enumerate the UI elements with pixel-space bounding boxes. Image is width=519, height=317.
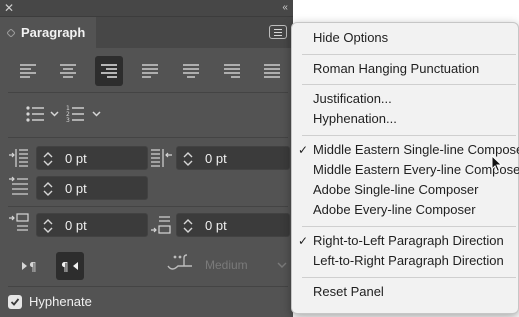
panel-flyout-menu: Hide Options Roman Hanging Punctuation J… [291,22,519,314]
menu-item-label: Middle Eastern Every-line Composer [313,162,519,177]
space-after-value: 0 pt [205,218,227,233]
menu-item-hyphenation[interactable]: Hyphenation... [292,109,519,129]
first-line-indent-icon [9,176,28,195]
stepper-icon[interactable] [183,218,193,234]
kashida-icon [167,254,192,270]
left-indent-field[interactable]: 0 pt [36,146,148,170]
menu-separator [302,135,516,136]
checkmark-icon: ✓ [298,143,309,157]
hyphenate-label: Hyphenate [29,294,92,309]
divider [8,137,288,138]
menu-item-rtl-paragraph-direction[interactable]: ✓ Right-to-Left Paragraph Direction [292,231,519,251]
collapse-icon[interactable]: ‹‹ [282,1,288,15]
justify-all-button[interactable] [258,56,286,86]
rtl-pilcrow-icon: ¶ [61,260,78,272]
checkmark-icon: ✓ [298,234,309,248]
space-after-icon [151,216,171,234]
justify-last-center-button[interactable] [177,56,205,86]
divider [8,206,288,207]
align-right-button[interactable] [95,56,123,86]
right-indent-field[interactable]: 0 pt [176,146,290,170]
tab-paragraph[interactable]: Paragraph [0,17,96,48]
first-line-indent-field[interactable]: 0 pt [36,176,148,200]
right-indent-icon [151,149,172,167]
stepper-icon[interactable] [43,181,53,197]
tab-grip-icon [7,28,15,37]
space-after-field[interactable]: 0 pt [176,213,290,237]
stepper-icon[interactable] [183,151,193,167]
menu-item-roman-hanging-punctuation[interactable]: Roman Hanging Punctuation [292,59,519,79]
stepper-icon[interactable] [43,218,53,234]
divider [8,286,288,287]
svg-text:¶: ¶ [61,260,69,272]
align-center-icon [60,64,76,78]
checkmark-icon [10,297,20,306]
hyphenate-checkbox-row[interactable]: Hyphenate [8,294,92,309]
justify-last-left-button[interactable] [136,56,164,86]
left-indent-value: 0 pt [65,151,87,166]
first-line-indent-value: 0 pt [65,181,87,196]
menu-item-label: Roman Hanging Punctuation [313,61,480,76]
numbered-list-icon[interactable]: 123 [66,105,84,123]
menu-item-label: Hyphenation... [313,111,397,126]
align-center-button[interactable] [54,56,82,86]
menu-item-label: Left-to-Right Paragraph Direction [313,253,504,268]
menu-item-hide-options[interactable]: Hide Options [292,28,519,48]
ltr-pilcrow-icon: ¶ [22,260,37,272]
svg-text:¶: ¶ [29,260,37,272]
chevron-down-icon[interactable] [50,111,59,117]
menu-item-ltr-paragraph-direction[interactable]: Left-to-Right Paragraph Direction [292,251,519,271]
space-before-icon [9,213,29,231]
close-icon[interactable]: ✕ [4,1,14,15]
menu-separator [302,84,516,85]
chevron-down-icon [277,262,287,268]
menu-item-label: Adobe Every-line Composer [313,202,476,217]
menu-item-label: Hide Options [313,30,389,45]
ltr-direction-button[interactable]: ¶ [16,252,44,280]
justify-all-icon [264,64,280,78]
panel-tab-row: Paragraph [0,17,293,48]
menu-separator [302,226,516,227]
bullet-list-icon[interactable] [26,106,44,122]
menu-item-adobe-every-line-composer[interactable]: Adobe Every-line Composer [292,200,519,220]
tab-label: Paragraph [21,25,86,40]
right-indent-value: 0 pt [205,151,227,166]
menu-separator [302,54,516,55]
kashida-select[interactable]: Medium [205,253,287,277]
divider [8,92,288,93]
menu-item-adobe-single-line-composer[interactable]: Adobe Single-line Composer [292,180,519,200]
justify-last-left-icon [142,64,158,78]
menu-separator [302,277,516,278]
justify-last-center-icon [183,64,199,78]
rtl-direction-button[interactable]: ¶ [56,252,84,280]
menu-item-label: Justification... [313,91,392,106]
panel-menu-button[interactable] [269,25,287,39]
panel-titlebar: ✕ ‹‹ [0,0,293,17]
left-indent-icon [9,149,28,167]
svg-text:3: 3 [66,117,70,123]
paragraph-panel: ✕ ‹‹ Paragraph 1 2 3 0 pt 0 pt 0 pt 0 pt… [0,0,293,317]
space-before-value: 0 pt [65,218,87,233]
menu-item-label: Adobe Single-line Composer [313,182,479,197]
menu-item-label: Reset Panel [313,284,384,299]
kashida-select-value: Medium [205,258,248,272]
mouse-cursor-icon [491,155,503,173]
menu-item-label: Right-to-Left Paragraph Direction [313,233,504,248]
align-left-icon [20,64,36,78]
align-right-icon [101,64,117,78]
space-before-field[interactable]: 0 pt [36,213,148,237]
menu-item-me-single-line-composer[interactable]: ✓ Middle Eastern Single-line Composer [292,140,519,160]
align-left-button[interactable] [14,56,42,86]
justify-last-right-icon [224,64,240,78]
menu-item-justification[interactable]: Justification... [292,89,519,109]
menu-item-label: Middle Eastern Single-line Composer [313,142,519,157]
hyphenate-checkbox[interactable] [8,294,22,309]
menu-item-me-every-line-composer[interactable]: Middle Eastern Every-line Composer [292,160,519,180]
menu-item-reset-panel[interactable]: Reset Panel [292,282,519,302]
stepper-icon[interactable] [43,151,53,167]
chevron-down-icon[interactable] [92,111,101,117]
justify-last-right-button[interactable] [218,56,246,86]
alignment-buttons [14,56,290,86]
